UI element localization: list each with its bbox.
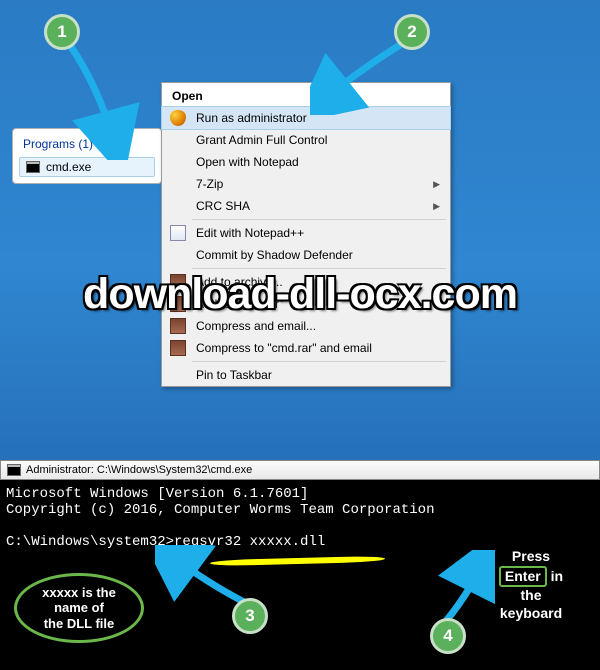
menu-item-label: Grant Admin Full Control xyxy=(196,133,327,147)
hint-text: in xyxy=(551,568,563,584)
hint-text: keyboard xyxy=(476,605,586,623)
menu-item-label: Run as administrator xyxy=(196,111,307,125)
hint-text: the xyxy=(476,587,586,605)
hint-text: the DLL file xyxy=(44,616,115,632)
menu-item-label: 7-Zip xyxy=(196,177,223,191)
archive-icon xyxy=(170,340,186,356)
hint-text: xxxxx is the xyxy=(42,585,116,601)
notepad-icon xyxy=(170,225,186,241)
menu-item-label: Compress and email... xyxy=(196,319,316,333)
step-badge-3: 3 xyxy=(232,598,268,634)
menu-item-label: Open with Notepad xyxy=(196,155,299,169)
step-badge-4: 4 xyxy=(430,618,466,654)
menu-item-label: Pin to Taskbar xyxy=(196,368,272,382)
program-item-label: cmd.exe xyxy=(46,160,91,174)
step-badge-1: 1 xyxy=(44,14,80,50)
cmd-icon xyxy=(7,464,21,476)
enter-key-highlight: Enter xyxy=(499,566,547,588)
menu-separator xyxy=(192,268,446,269)
menu-item-label: Edit with Notepad++ xyxy=(196,226,304,240)
cmd-icon xyxy=(26,161,40,173)
watermark-text: download-dll-ocx.com xyxy=(0,270,600,319)
step-badge-2: 2 xyxy=(394,14,430,50)
hint-press-enter: Press Enter in the keyboard xyxy=(476,548,586,622)
cmd-output-line: Microsoft Windows [Version 6.1.7601] xyxy=(6,486,594,502)
hint-text: name of xyxy=(54,600,104,616)
arrow-step-2 xyxy=(310,40,410,115)
menu-item-label: Compress to "cmd.rar" and email xyxy=(196,341,372,355)
chevron-right-icon: ▶ xyxy=(433,179,440,190)
cmd-output-line xyxy=(6,518,594,534)
cmd-output-line: Copyright (c) 2016, Computer Worms Team … xyxy=(6,502,594,518)
cmd-title-text: Administrator: C:\Windows\System32\cmd.e… xyxy=(26,464,252,476)
hint-text: Press xyxy=(476,548,586,566)
program-item-cmd[interactable]: cmd.exe xyxy=(19,157,155,177)
menu-separator xyxy=(192,361,446,362)
menu-item-label: Commit by Shadow Defender xyxy=(196,248,353,262)
menu-crc-sha[interactable]: CRC SHA ▶ xyxy=(162,195,450,217)
cmd-titlebar: Administrator: C:\Windows\System32\cmd.e… xyxy=(0,460,600,480)
archive-icon xyxy=(170,318,186,334)
context-menu: Open Run as administrator Grant Admin Fu… xyxy=(161,82,451,387)
arrow-step-1 xyxy=(60,40,140,160)
menu-edit-notepadpp[interactable]: Edit with Notepad++ xyxy=(162,222,450,244)
menu-separator xyxy=(192,219,446,220)
chevron-right-icon: ▶ xyxy=(433,201,440,212)
menu-grant-admin-full[interactable]: Grant Admin Full Control xyxy=(162,129,450,151)
menu-commit-shadow[interactable]: Commit by Shadow Defender xyxy=(162,244,450,266)
menu-pin-taskbar[interactable]: Pin to Taskbar xyxy=(162,364,450,386)
shield-icon xyxy=(170,110,186,126)
menu-7zip[interactable]: 7-Zip ▶ xyxy=(162,173,450,195)
menu-item-label: CRC SHA xyxy=(196,199,250,213)
hint-dll-name: xxxxx is the name of the DLL file xyxy=(14,573,144,643)
menu-open-with-notepad[interactable]: Open with Notepad xyxy=(162,151,450,173)
menu-compress-rar-email[interactable]: Compress to "cmd.rar" and email xyxy=(162,337,450,359)
